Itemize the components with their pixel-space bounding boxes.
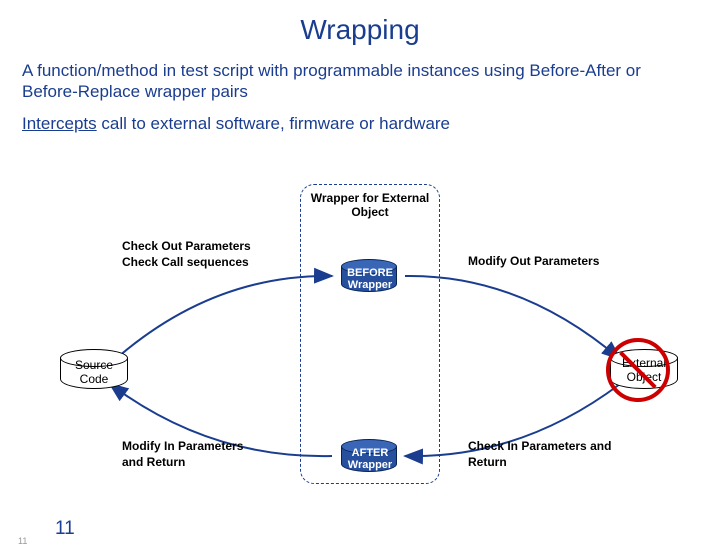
annotation-top-left: Check Out Parameters Check Call sequence…	[122, 239, 302, 270]
diagram-stage: Wrapper for External Object BEFORE Wrapp…	[0, 184, 720, 514]
after-wrapper-label: AFTER Wrapper	[330, 447, 410, 471]
page-title: Wrapping	[0, 14, 720, 46]
annotation-bottom-right: Check In Parameters and Return	[468, 439, 638, 470]
forbidden-icon	[606, 338, 670, 402]
intercepts-word: Intercepts	[22, 114, 97, 133]
page-number-small: 11	[18, 536, 27, 546]
wrapper-box-label: Wrapper for External Object	[301, 191, 439, 220]
annotation-bottom-left: Modify In Parameters and Return	[122, 439, 302, 470]
description-1: A function/method in test script with pr…	[22, 60, 698, 103]
description-2-rest: call to external software, firmware or h…	[97, 114, 450, 133]
source-code-label: Source Code	[59, 359, 129, 387]
before-wrapper-label: BEFORE Wrapper	[330, 267, 410, 291]
annotation-top-right: Modify Out Parameters	[468, 254, 648, 270]
page-number: 11	[55, 518, 75, 540]
description-2: Intercepts call to external software, fi…	[22, 113, 698, 134]
